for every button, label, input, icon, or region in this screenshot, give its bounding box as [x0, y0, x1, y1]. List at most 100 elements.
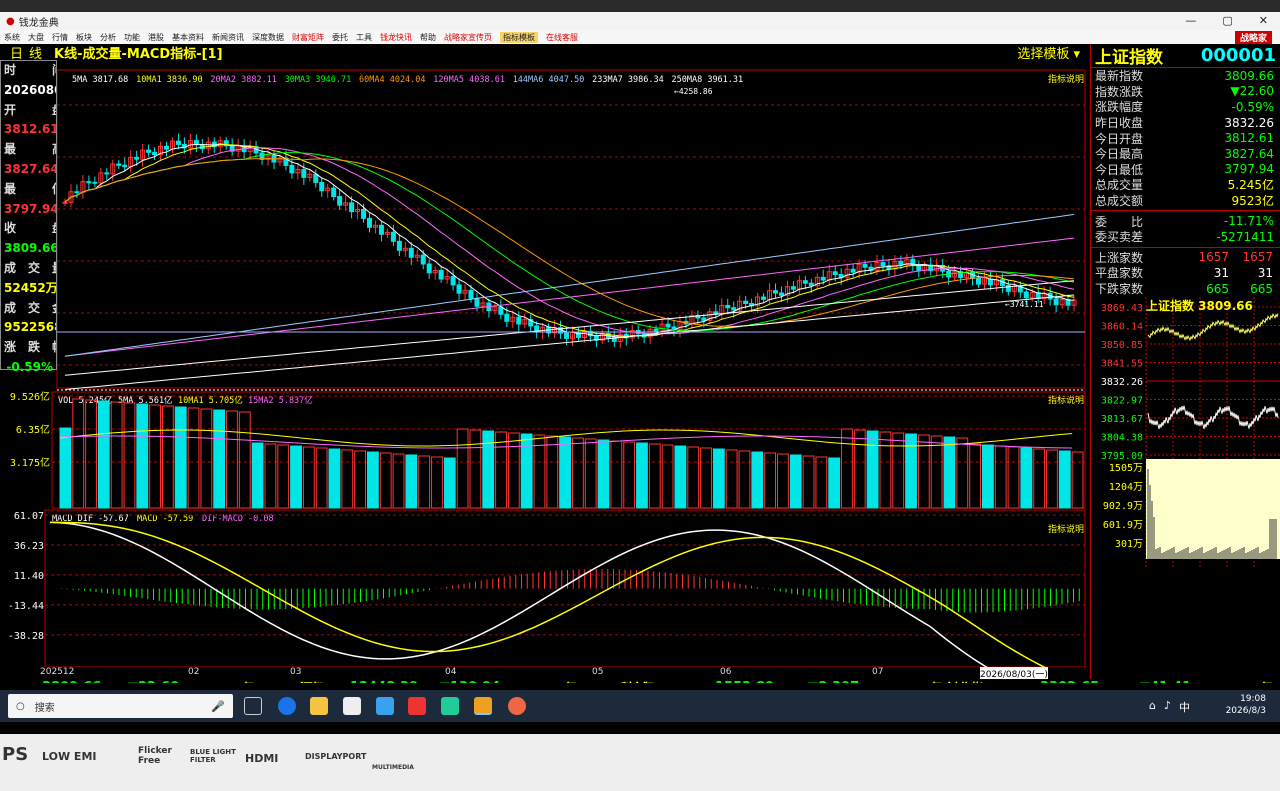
volume-bar — [379, 452, 392, 509]
menu-item-7[interactable]: 基本资料 — [172, 32, 204, 43]
close-button[interactable]: ✕ — [1259, 12, 1268, 30]
menu-item-15[interactable]: 战略家宣传页 — [444, 32, 492, 43]
task-view-icon[interactable] — [244, 697, 262, 715]
candle — [761, 296, 767, 300]
volume-icon[interactable]: ♪ — [1164, 699, 1171, 715]
system-tray[interactable]: ⌂ ♪ 中 — [1149, 699, 1190, 715]
menu-item-3[interactable]: 板块 — [76, 32, 92, 43]
candle — [450, 276, 456, 286]
volume-bar — [469, 429, 482, 509]
minimize-button[interactable]: — — [1185, 12, 1196, 30]
network-icon[interactable]: ⌂ — [1149, 699, 1156, 715]
volume-bar — [802, 455, 815, 509]
indicator-explain-price[interactable]: 指标说明 — [1048, 73, 1084, 85]
candle — [301, 169, 307, 178]
candle — [820, 276, 826, 281]
bezel-dp: DISPLAYPORT — [305, 752, 367, 761]
period-selector[interactable]: 日线 — [10, 43, 48, 62]
edge-icon[interactable] — [278, 697, 296, 715]
quote-label: 指数涨跌 — [1095, 84, 1144, 99]
volume-bar — [367, 451, 379, 509]
volume-bar — [610, 440, 623, 509]
candle — [701, 317, 707, 321]
maximize-button[interactable]: ▢ — [1222, 12, 1232, 30]
menu-item-10[interactable]: 财富矩阵 — [292, 32, 324, 43]
mini-vol-axis-label: 902.9万 — [1103, 501, 1143, 512]
volume-bar — [712, 448, 725, 509]
ma-legend-7: 233MA7 3986.34 — [592, 75, 664, 85]
volume-bar — [110, 401, 123, 509]
vol-legend-2: 10MA1 5.705亿 — [178, 395, 243, 406]
menu-item-17[interactable]: 在线客服 — [546, 32, 578, 43]
menu-item-1[interactable]: 大盘 — [28, 32, 44, 43]
vol-legend-3: 15MA2 5.837亿 — [248, 395, 313, 406]
app-orange-icon[interactable] — [508, 697, 526, 715]
quote-label: 涨跌幅度 — [1095, 100, 1144, 115]
candle — [438, 269, 444, 280]
left-value-2: 3827.64 — [4, 161, 56, 176]
taskbar-clock[interactable]: 19:08 2026/8/3 — [1226, 693, 1266, 717]
menu-item-12[interactable]: 工具 — [356, 32, 372, 43]
menu-item-11[interactable]: 委托 — [332, 32, 348, 43]
menu-item-8[interactable]: 新闻资讯 — [212, 32, 244, 43]
candle — [152, 151, 158, 156]
candle — [832, 271, 838, 276]
qianlong-icon[interactable] — [474, 697, 492, 715]
volume-bar — [636, 442, 648, 509]
ma-legend-4: 60MA4 4024.04 — [359, 75, 426, 85]
ratio-row: 委买卖差 -5271411 — [1091, 229, 1280, 245]
menu-item-4[interactable]: 分析 — [100, 32, 116, 43]
template-selector[interactable]: 选择模板 ▾ — [1017, 43, 1080, 62]
menu-item-16[interactable]: 指标模板 — [500, 31, 538, 43]
candle — [337, 196, 343, 206]
menu-item-5[interactable]: 功能 — [124, 32, 140, 43]
ratio-label: 委 比 — [1095, 214, 1144, 229]
candle — [743, 300, 749, 304]
ma-line-120 — [64, 237, 1075, 357]
mic-icon[interactable]: 🎤 — [211, 700, 225, 713]
taskbar: ○ 搜索 🎤 ⌂ ♪ 中 19:08 2026/8/3 — [0, 690, 1280, 722]
volume-bar — [892, 432, 905, 509]
indicator-explain-macd[interactable]: 指标说明 — [1048, 523, 1084, 535]
breadth-row: 平盘家数 31 31 — [1091, 265, 1280, 281]
main-chart[interactable]: 5MA 3817.68 10MA1 3836.90 20MA2 3882.11 30M… — [0, 60, 1090, 667]
mini-intraday-chart[interactable]: 3869.43 3860.14 3850.85 3841.55 3832.26 3822.… — [1091, 297, 1280, 567]
taskbar-search[interactable]: ○ 搜索 🎤 — [8, 694, 233, 718]
screen: ● 钱龙金典 — ▢ ✕ 系统 大盘 行情 板块 分析 功能 港股 基本资料 新闻资讯 深度数据财… — [0, 12, 1280, 734]
menu-item-6[interactable]: 港股 — [148, 32, 164, 43]
ma-legend-1: 10MA1 3836.90 — [136, 75, 203, 85]
macd-axis-label: 61.07 — [14, 511, 44, 522]
date-tick-2: 03 — [290, 667, 302, 677]
candle — [396, 240, 402, 251]
store-icon[interactable] — [343, 697, 361, 715]
app-green-icon[interactable] — [441, 697, 459, 715]
mini-axis-label: 3850.85 — [1101, 340, 1143, 351]
menu-item-2[interactable]: 行情 — [52, 32, 68, 43]
wps-icon[interactable] — [408, 697, 426, 715]
volume-bar — [72, 398, 85, 509]
volume-bar — [648, 443, 661, 509]
mini-axis-label: 3860.14 — [1101, 322, 1143, 333]
brand-button[interactable]: 战略家 — [1234, 31, 1272, 44]
bezel-hdmi: HDMI — [245, 752, 279, 765]
volume-bar — [828, 457, 841, 509]
menu-item-14[interactable]: 帮助 — [420, 32, 436, 43]
quote-label: 今日最高 — [1095, 147, 1144, 162]
index-name: 上证指数 — [1095, 48, 1163, 68]
quote-value: 3809.66 — [1224, 68, 1274, 83]
menu-item-0[interactable]: 系统 — [4, 32, 20, 43]
low-annotation: ←3741.11 — [1005, 300, 1044, 309]
menu-item-9[interactable]: 深度数据 — [252, 32, 284, 43]
chart-header: 日线 K线-成交量-MACD指标-[1] 选择模板 ▾ — [0, 43, 1090, 62]
bezel-flicker: Flicker Free — [138, 746, 172, 766]
candle — [504, 313, 510, 322]
volume-bar — [572, 437, 584, 509]
date-tick-5: 06 — [720, 667, 732, 677]
menu-item-13[interactable]: 钱龙快讯 — [380, 32, 412, 43]
file-explorer-icon[interactable] — [310, 697, 328, 715]
mail-icon[interactable] — [376, 697, 394, 715]
volume-bar — [97, 400, 110, 509]
ma-legend-3: 30MA3 3946.71 — [285, 75, 352, 85]
ime-indicator[interactable]: 中 — [1179, 699, 1190, 715]
quote-value: 5.245亿 — [1227, 178, 1274, 193]
